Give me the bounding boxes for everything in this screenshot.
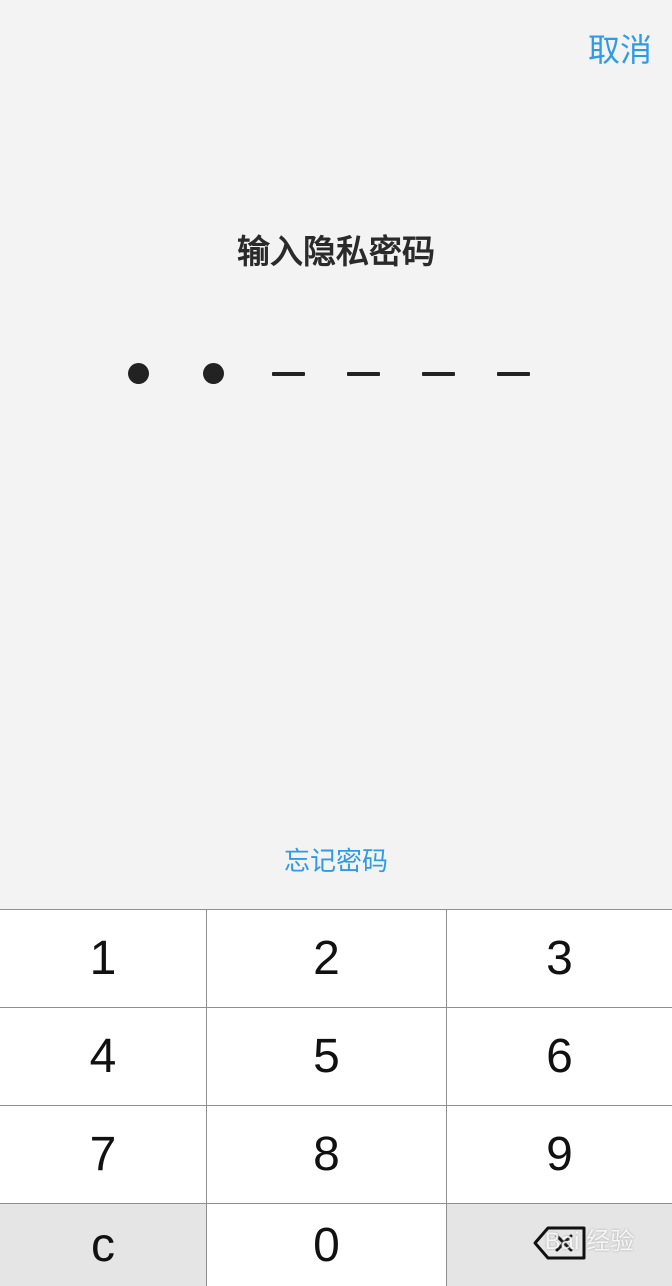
key-4[interactable]: 4 (0, 1008, 206, 1105)
cancel-button[interactable]: 取消 (588, 28, 652, 72)
pin-slot-2 (176, 356, 251, 392)
key-backspace[interactable] (447, 1204, 672, 1286)
key-7[interactable]: 7 (0, 1106, 206, 1203)
page-title: 输入隐私密码 (237, 232, 435, 271)
key-1[interactable]: 1 (0, 910, 206, 1007)
pin-dot-filled (128, 363, 149, 384)
keypad-divider (0, 1007, 672, 1008)
pin-slot-4 (326, 356, 401, 392)
keypad-divider (206, 910, 207, 1286)
key-8[interactable]: 8 (207, 1106, 446, 1203)
pin-slot-5 (401, 356, 476, 392)
pin-slot-1 (101, 356, 176, 392)
keypad-divider (0, 1105, 672, 1106)
pin-dash-empty (497, 372, 530, 376)
key-0[interactable]: 0 (207, 1204, 446, 1286)
key-9[interactable]: 9 (447, 1106, 672, 1203)
forgot-password-link[interactable]: 忘记密码 (0, 840, 672, 884)
key-3[interactable]: 3 (447, 910, 672, 1007)
key-clear[interactable]: c (0, 1204, 206, 1286)
numeric-keypad: 1 2 3 4 5 6 7 8 9 c 0 Bai 经验 (0, 909, 672, 1286)
keypad-divider (0, 1203, 672, 1204)
pin-dash-empty (422, 372, 455, 376)
backspace-icon (532, 1218, 588, 1273)
key-5[interactable]: 5 (207, 1008, 446, 1105)
pin-slot-3 (251, 356, 326, 392)
pin-dot-filled (203, 363, 224, 384)
key-6[interactable]: 6 (447, 1008, 672, 1105)
key-2[interactable]: 2 (207, 910, 446, 1007)
pin-slot-6 (476, 356, 551, 392)
pin-dash-empty (347, 372, 380, 376)
privacy-password-screen: 取消 输入隐私密码 忘记密码 1 2 3 4 5 6 7 8 9 c 0 Bai… (0, 0, 672, 1286)
pin-dash-empty (272, 372, 305, 376)
keypad-divider (446, 910, 447, 1286)
pin-indicator (101, 356, 571, 392)
